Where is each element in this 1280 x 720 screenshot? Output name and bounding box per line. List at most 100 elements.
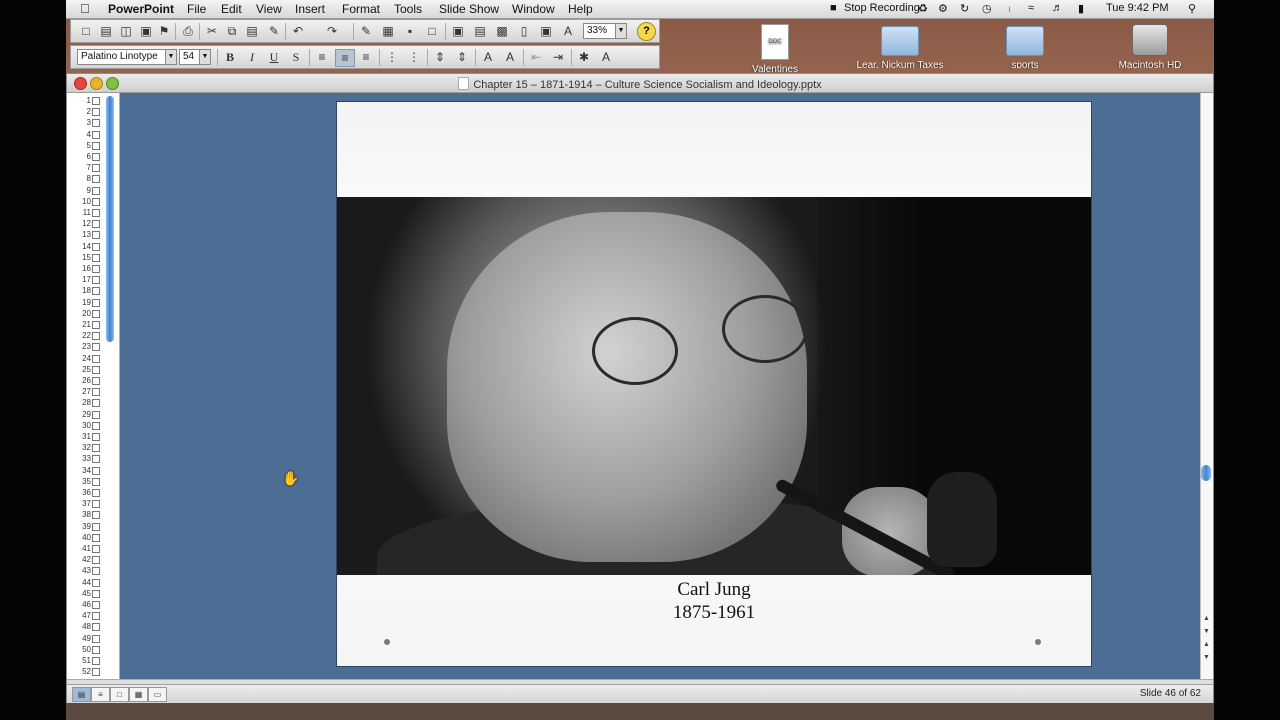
- outline-slide-row[interactable]: 50: [67, 645, 109, 656]
- zoom-select[interactable]: 33% ▼: [583, 23, 627, 39]
- outline-slide-row[interactable]: 3: [67, 118, 109, 129]
- menu-insert[interactable]: Insert: [295, 2, 325, 16]
- slide-icon[interactable]: [92, 377, 100, 385]
- bold-button[interactable]: B: [221, 49, 239, 65]
- slide-icon[interactable]: [92, 175, 100, 184]
- slide-icon[interactable]: [92, 108, 100, 117]
- menu-edit[interactable]: Edit: [221, 2, 242, 16]
- slide-icon[interactable]: [92, 410, 100, 419]
- decrease-spacing-icon[interactable]: ⇕: [453, 49, 471, 65]
- slide-icon[interactable]: [92, 332, 100, 341]
- menu-tools[interactable]: Tools: [394, 2, 422, 16]
- menu-file[interactable]: File: [187, 2, 206, 16]
- outline-slide-row[interactable]: 25: [67, 365, 109, 376]
- slide-icon[interactable]: [92, 276, 100, 285]
- help-icon[interactable]: ?: [637, 22, 656, 41]
- outline-slide-row[interactable]: 6: [67, 152, 109, 163]
- desktop-icon[interactable]: Lear, Nickum Taxes: [855, 26, 945, 68]
- slide-icon[interactable]: [92, 242, 100, 251]
- increase-spacing-icon[interactable]: ⇕: [431, 49, 449, 65]
- bulleted-list-icon[interactable]: ⋮: [405, 49, 423, 65]
- underline-button[interactable]: U: [265, 49, 283, 65]
- save-icon[interactable]: ▣: [137, 23, 155, 39]
- slide-icon[interactable]: [92, 511, 100, 520]
- next-slide-icon[interactable]: ▼: [1202, 653, 1211, 662]
- duplicate-slide-icon[interactable]: ▤: [471, 23, 489, 39]
- outline-slide-row[interactable]: 14: [67, 242, 109, 253]
- picture-icon[interactable]: ▩: [493, 23, 511, 39]
- outline-slide-row[interactable]: 16: [67, 264, 109, 275]
- slide-icon[interactable]: [92, 343, 100, 352]
- menubar-clock[interactable]: Tue 9:42 PM: [1106, 2, 1169, 14]
- slide-icon[interactable]: [92, 444, 100, 453]
- current-slide[interactable]: Carl Jung 1875-1961: [336, 101, 1092, 667]
- stop-recording-label[interactable]: Stop Recording: [844, 2, 920, 14]
- outline-slide-row[interactable]: 34: [67, 466, 109, 477]
- wordart-icon[interactable]: A: [559, 23, 577, 39]
- outline-slide-row[interactable]: 45: [67, 589, 109, 600]
- slide-icon[interactable]: [92, 589, 100, 598]
- slide-icon[interactable]: [92, 533, 100, 542]
- outline-slide-row[interactable]: 28: [67, 398, 109, 409]
- align-right-icon[interactable]: ≡: [357, 49, 375, 65]
- slide-icon[interactable]: [92, 500, 100, 509]
- shadow-button[interactable]: S: [287, 49, 305, 65]
- outline-slide-row[interactable]: 51: [67, 656, 109, 667]
- paste-icon[interactable]: ▤: [243, 23, 261, 39]
- outline-slide-row[interactable]: 41: [67, 544, 109, 555]
- normal-view-icon[interactable]: ▤: [72, 687, 91, 702]
- sync-icon[interactable]: ♻: [918, 2, 928, 15]
- outline-slide-row[interactable]: 40: [67, 533, 109, 544]
- outline-slide-row[interactable]: 48: [67, 622, 109, 633]
- bluetooth-icon[interactable]: ᛧ: [1006, 2, 1013, 14]
- slide-icon[interactable]: [92, 657, 100, 665]
- stop-recording-icon[interactable]: ■: [830, 2, 837, 14]
- menu-format[interactable]: Format: [342, 2, 380, 16]
- battery-icon[interactable]: ▮: [1078, 2, 1084, 15]
- cut-icon[interactable]: ✂: [203, 23, 221, 39]
- slide-icon[interactable]: [92, 298, 100, 307]
- outline-slide-row[interactable]: 44: [67, 578, 109, 589]
- apple-menu-icon[interactable]: : [80, 1, 90, 16]
- slide-show-icon[interactable]: ▭: [148, 687, 167, 702]
- slide-icon[interactable]: [92, 287, 100, 296]
- slide-icon[interactable]: [92, 309, 100, 318]
- menu-window[interactable]: Window: [512, 2, 555, 16]
- slide-icon[interactable]: [92, 399, 100, 408]
- smartart-icon[interactable]: □: [423, 23, 441, 39]
- numbered-list-icon[interactable]: ⋮: [383, 49, 401, 65]
- portrait-photo[interactable]: [337, 197, 1091, 575]
- desktop-icon[interactable]: sports: [980, 26, 1070, 68]
- outline-slide-row[interactable]: 29: [67, 410, 109, 421]
- slide-icon[interactable]: [92, 388, 100, 397]
- slide-scrollbar[interactable]: [1200, 93, 1213, 679]
- outline-scroll-thumb[interactable]: [106, 96, 114, 342]
- align-left-icon[interactable]: ≡: [313, 49, 331, 65]
- menu-app-name[interactable]: PowerPoint: [108, 2, 174, 16]
- outline-slide-row[interactable]: 20: [67, 309, 109, 320]
- align-center-icon[interactable]: ≡: [335, 49, 355, 67]
- slide-icon[interactable]: [92, 578, 100, 587]
- slide-icon[interactable]: [92, 130, 100, 139]
- outline-slide-row[interactable]: 12: [67, 219, 109, 230]
- outline-slide-row[interactable]: 1: [67, 96, 109, 107]
- flag-icon[interactable]: ⚑: [155, 23, 173, 39]
- new-from-template-icon[interactable]: ▤: [97, 23, 115, 39]
- slide-icon[interactable]: [92, 231, 100, 240]
- slide-icon[interactable]: [92, 253, 100, 262]
- previous-slide-icon[interactable]: ▲: [1202, 640, 1211, 649]
- slide-icon[interactable]: [92, 365, 100, 374]
- slide-sorter-icon[interactable]: ▦: [129, 687, 148, 702]
- toolbox-icon[interactable]: ▣: [537, 23, 555, 39]
- slide-caption-name[interactable]: Carl Jung: [337, 579, 1091, 601]
- font-size-select[interactable]: 54 ▼: [179, 49, 211, 65]
- slide-icon[interactable]: [92, 141, 100, 150]
- italic-button[interactable]: I: [243, 49, 261, 65]
- outline-slide-row[interactable]: 4: [67, 130, 109, 141]
- slide-icon[interactable]: [92, 119, 100, 128]
- outline-slide-row[interactable]: 32: [67, 443, 109, 454]
- script-icon[interactable]: ⚙: [938, 2, 948, 15]
- text-box-icon[interactable]: ✎: [357, 23, 375, 39]
- outline-slide-row[interactable]: 24: [67, 354, 109, 365]
- slide-icon[interactable]: [92, 601, 100, 609]
